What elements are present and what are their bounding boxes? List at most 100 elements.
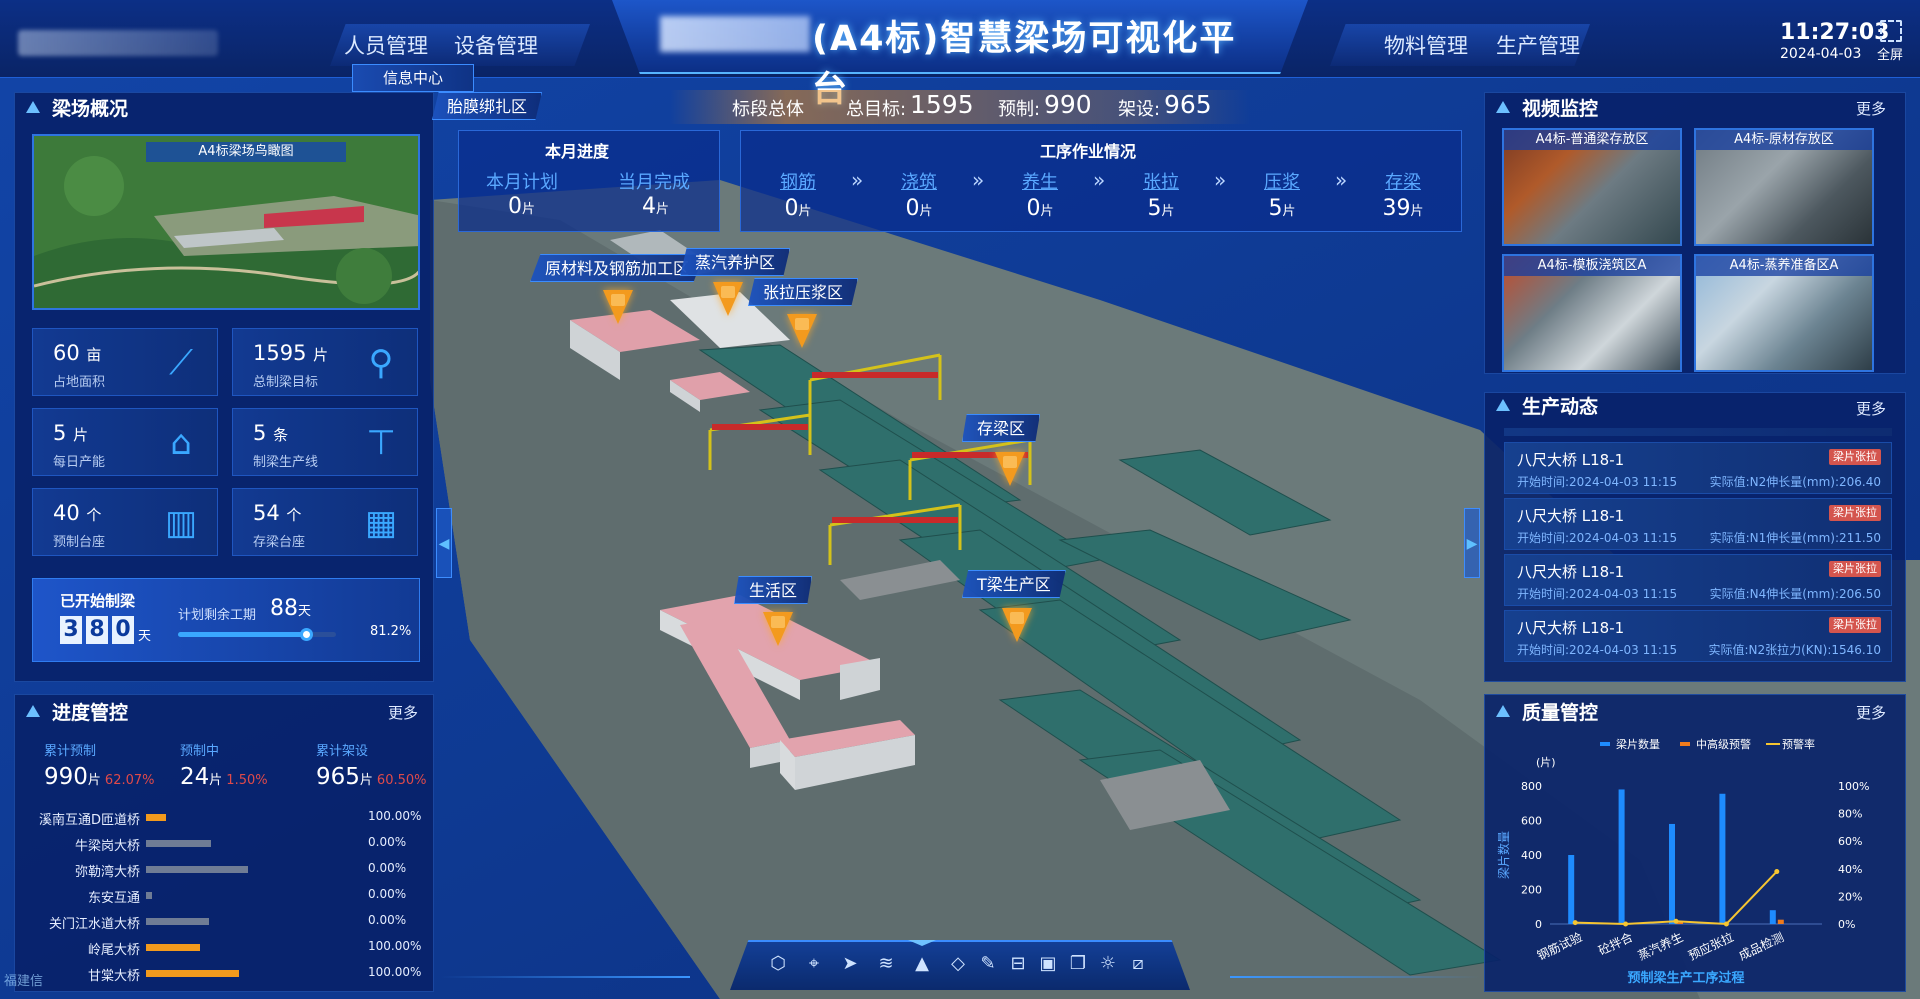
schedule-summary-value: 990片 62.07% — [44, 764, 155, 790]
feed-item-title: 八尺大桥 L18-1 — [1517, 451, 1625, 469]
tab-info-center[interactable]: 信息中心 — [352, 64, 474, 92]
monthly-done-value: 4片 — [642, 194, 670, 219]
workflow-item[interactable]: 浇筑 0片 — [879, 168, 959, 221]
fullscreen-label[interactable]: 全屏 — [1877, 44, 1903, 63]
location-pin-icon[interactable] — [995, 452, 1025, 486]
measure-icon: ⟋ — [169, 343, 193, 383]
aerial-image[interactable]: A4标梁场鸟瞰图 — [32, 134, 420, 310]
video-more-link[interactable]: 更多 — [1856, 98, 1886, 119]
quality-more-link[interactable]: 更多 — [1856, 702, 1886, 723]
workflow-item-name[interactable]: 压浆 — [1242, 168, 1322, 194]
location-pin-icon[interactable] — [787, 314, 817, 348]
y-tick-label: 0 — [1535, 918, 1542, 931]
video-tile[interactable]: A4标-普通梁存放区 — [1502, 128, 1682, 246]
workflow-item-name[interactable]: 钢筋 — [758, 168, 838, 194]
feed-item-value: 实际值:N1伸长量(mm):211.50 — [1709, 531, 1881, 545]
book-icon[interactable]: ❐ — [1066, 952, 1090, 976]
workflow-chevron-icon: » — [1214, 168, 1227, 192]
fullscreen-icon[interactable] — [1880, 20, 1902, 42]
workflow-item-name[interactable]: 浇筑 — [879, 168, 959, 194]
pin-icon[interactable]: ◇ — [946, 952, 970, 976]
schedule-row-percent: 100.00% — [368, 809, 422, 823]
workflow-item[interactable]: 张拉 5片 — [1121, 168, 1201, 221]
workflow-item-name[interactable]: 张拉 — [1121, 168, 1201, 194]
schedule-row[interactable]: 溪南互通D匝道桥 100.00% — [24, 806, 424, 828]
collapse-left-button[interactable]: ◀ — [436, 508, 452, 578]
schedule-row-name: 关门江水道大桥 — [48, 917, 140, 932]
overview-stat: 1595 片总制梁目标 ⚲ — [232, 328, 418, 396]
feed-item[interactable]: 八尺大桥 L18-1 梁片张拉 开始时间:2024-04-03 11:15 实际值:N… — [1504, 554, 1892, 606]
schedule-row-bar — [146, 840, 211, 847]
workflow-item[interactable]: 存梁 39片 — [1363, 168, 1443, 221]
location-pin-icon[interactable] — [1002, 608, 1032, 642]
scene-label[interactable]: 原材料及钢筋加工区 — [530, 254, 705, 282]
nav-personnel[interactable]: 人员管理 — [344, 30, 428, 60]
schedule-row-percent: 100.00% — [368, 939, 422, 953]
workflow-item[interactable]: 钢筋 0片 — [758, 168, 838, 221]
ruler-icon[interactable]: ⧄ — [1126, 952, 1150, 976]
feed-item-time: 开始时间:2024-04-03 11:15 — [1517, 587, 1678, 601]
focus-icon[interactable]: ⌖ — [802, 952, 826, 976]
nav-production[interactable]: 生产管理 — [1496, 30, 1580, 60]
nav-equipment[interactable]: 设备管理 — [454, 30, 538, 60]
legend-swatch — [1680, 742, 1690, 746]
send-icon[interactable]: ➤ — [838, 952, 862, 976]
quality-chart[interactable]: 梁片数量 中高级预警 预警率 (片) 800 600 400 200 0 100% 80% 60% 40… — [1490, 730, 1902, 992]
location-pin-icon[interactable] — [603, 290, 633, 324]
feed-item[interactable]: 八尺大桥 L18-1 梁片张拉 开始时间:2024-04-03 11:15 实际值:N… — [1504, 442, 1892, 494]
nav-material[interactable]: 物料管理 — [1384, 30, 1468, 60]
overview-stat-value: 60 亩 — [53, 341, 102, 365]
feed-item[interactable]: 八尺大桥 L18-1 梁片张拉 开始时间:2024-04-03 11:15 实际值:N… — [1504, 498, 1892, 550]
schedule-row-track — [146, 814, 296, 821]
schedule-row[interactable]: 岭尾大桥 100.00% — [24, 936, 424, 958]
feed-item[interactable]: 八尺大桥 L18-1 梁片张拉 开始时间:2024-04-03 11:15 实际值:N… — [1504, 610, 1892, 662]
scene-label[interactable]: 蒸汽养护区 — [680, 248, 791, 276]
workflow-item[interactable]: 养生 0片 — [1000, 168, 1080, 221]
schedule-row-name: 东安互通 — [87, 891, 140, 906]
schedule-summary-label: 累计预制 — [44, 744, 97, 759]
schedule-more-link[interactable]: 更多 — [388, 702, 418, 723]
scene-label[interactable]: 胎膜绑扎区 — [432, 92, 543, 120]
scene-label[interactable]: 存梁区 — [962, 414, 1041, 442]
location-pin-icon[interactable] — [763, 612, 793, 646]
schedule-row-percent: 0.00% — [368, 861, 407, 875]
workflow-item-name[interactable]: 存梁 — [1363, 168, 1443, 194]
overview-stat-label: 每日产能 — [53, 455, 106, 470]
schedule-row-name: 岭尾大桥 — [87, 943, 140, 958]
scene-label[interactable]: 生活区 — [734, 576, 813, 604]
started-digit: 3 — [60, 616, 82, 644]
layers-icon[interactable]: ≋ — [874, 952, 898, 976]
video-tile[interactable]: A4标-模板浇筑区A — [1502, 254, 1682, 372]
image-icon[interactable]: ▣ — [1036, 952, 1060, 976]
schedule-row[interactable]: 东安互通 0.00% — [24, 884, 424, 906]
monthly-title: 本月进度 — [545, 142, 610, 161]
schedule-row[interactable]: 关门江水道大桥 0.00% — [24, 910, 424, 932]
started-digit: 0 — [112, 616, 134, 644]
cube-icon[interactable]: ⬡ — [766, 952, 790, 976]
feed-more-link[interactable]: 更多 — [1856, 398, 1886, 419]
video-tile[interactable]: A4标-蒸养准备区A — [1694, 254, 1874, 372]
feed-item-value: 实际值:N4伸长量(mm):206.50 — [1709, 587, 1881, 601]
collapse-right-button[interactable]: ▶ — [1464, 508, 1480, 578]
feed-item-time: 开始时间:2024-04-03 11:15 — [1517, 531, 1678, 545]
video-tile[interactable]: A4标-原材存放区 — [1694, 128, 1874, 246]
location-pin-icon[interactable] — [713, 282, 743, 316]
pen-icon[interactable]: ✎ — [976, 952, 1000, 976]
split-icon[interactable]: ⊟ — [1006, 952, 1030, 976]
workflow-item-value: 39片 — [1382, 196, 1424, 221]
schedule-row-bar — [146, 944, 200, 951]
schedule-row[interactable]: 弥勒湾大桥 0.00% — [24, 858, 424, 880]
weather-icon[interactable]: ☼ — [1096, 952, 1120, 976]
y-tick-label: 200 — [1521, 884, 1542, 897]
scene-label[interactable]: 张拉压浆区 — [748, 278, 859, 306]
workflow-item-name[interactable]: 养生 — [1000, 168, 1080, 194]
clock-date: 2024-04-03 — [1780, 46, 1862, 62]
scene-label[interactable]: T梁生产区 — [962, 570, 1066, 598]
started-unit: 天 — [138, 629, 152, 644]
schedule-row[interactable]: 甘棠大桥 100.00% — [24, 962, 424, 984]
summary-total-label: 总目标: — [846, 99, 907, 120]
schedule-row-track — [146, 944, 296, 951]
terrain-icon[interactable]: ▲ — [910, 952, 934, 976]
schedule-row[interactable]: 牛梁岗大桥 0.00% — [24, 832, 424, 854]
workflow-item[interactable]: 压浆 5片 — [1242, 168, 1322, 221]
